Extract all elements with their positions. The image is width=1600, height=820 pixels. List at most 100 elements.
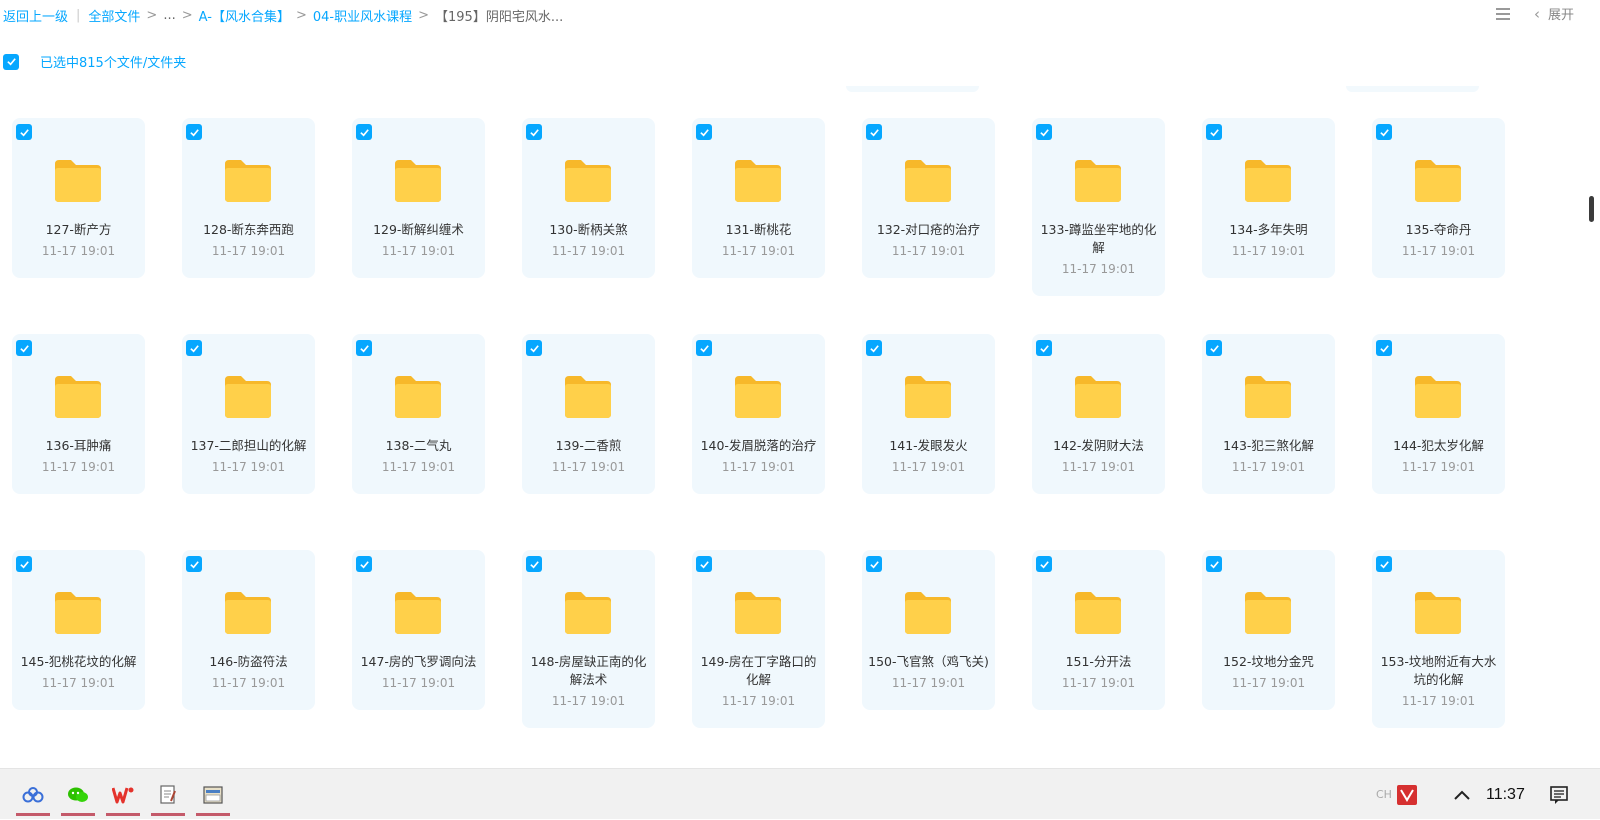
file-manager-icon[interactable] <box>196 769 230 820</box>
folder-card[interactable]: 136-耳肿痛 11-17 19:01 <box>12 334 145 494</box>
folder-card[interactable]: 148-房屋缺正南的化解法术 11-17 19:01 <box>522 550 655 728</box>
breadcrumb-root[interactable]: 全部文件 <box>88 6 140 25</box>
folder-name[interactable]: 144-犯太岁化解 <box>1378 437 1499 455</box>
folder-card[interactable]: 147-房的飞罗调向法 11-17 19:01 <box>352 550 485 710</box>
folder-card[interactable]: 132-对口疮的治疗 11-17 19:01 <box>862 118 995 278</box>
notepad-icon[interactable] <box>151 769 185 820</box>
folder-checkbox[interactable] <box>356 556 372 572</box>
folder-card[interactable]: 153-坟地附近有大水坑的化解 11-17 19:01 <box>1372 550 1505 728</box>
breadcrumb-ellipsis[interactable]: ... <box>163 8 175 23</box>
folder-card[interactable]: 131-断桃花 11-17 19:01 <box>692 118 825 278</box>
scrollbar-thumb[interactable] <box>1589 196 1594 222</box>
folder-checkbox[interactable] <box>356 124 372 140</box>
folder-name[interactable]: 141-发眼发火 <box>868 437 989 455</box>
folder-card[interactable]: 139-二香煎 11-17 19:01 <box>522 334 655 494</box>
folder-checkbox[interactable] <box>696 340 712 356</box>
folder-name[interactable]: 136-耳肿痛 <box>18 437 139 455</box>
clock[interactable]: 11:37 <box>1486 786 1525 804</box>
folder-card[interactable]: 146-防盗符法 11-17 19:01 <box>182 550 315 710</box>
folder-name[interactable]: 147-房的飞罗调向法 <box>358 653 479 671</box>
folder-name[interactable]: 152-坟地分金咒 <box>1208 653 1329 671</box>
chevron-up-icon[interactable] <box>1453 769 1471 820</box>
folder-checkbox[interactable] <box>1036 340 1052 356</box>
chevron-left-icon[interactable]: ‹ <box>1534 5 1540 23</box>
folder-card[interactable]: 142-发阴财大法 11-17 19:01 <box>1032 334 1165 494</box>
ime-icon[interactable]: CH <box>1376 788 1392 801</box>
folder-card[interactable]: 141-发眼发火 11-17 19:01 <box>862 334 995 494</box>
folder-name[interactable]: 151-分开法 <box>1038 653 1159 671</box>
folder-name[interactable]: 129-断解纠缠术 <box>358 221 479 239</box>
list-view-icon[interactable] <box>1495 7 1510 21</box>
folder-card[interactable]: 134-多年失明 11-17 19:01 <box>1202 118 1335 278</box>
folder-checkbox[interactable] <box>526 556 542 572</box>
folder-card[interactable]: 152-坟地分金咒 11-17 19:01 <box>1202 550 1335 710</box>
folder-checkbox[interactable] <box>526 340 542 356</box>
folder-checkbox[interactable] <box>696 556 712 572</box>
folder-card[interactable]: 130-断柄关煞 11-17 19:01 <box>522 118 655 278</box>
folder-card[interactable]: 127-断产方 11-17 19:01 <box>12 118 145 278</box>
folder-card[interactable]: 138-二气丸 11-17 19:01 <box>352 334 485 494</box>
folder-card[interactable]: 143-犯三煞化解 11-17 19:01 <box>1202 334 1335 494</box>
folder-card[interactable]: 129-断解纠缠术 11-17 19:01 <box>352 118 485 278</box>
folder-name[interactable]: 142-发阴财大法 <box>1038 437 1159 455</box>
folder-name[interactable]: 127-断产方 <box>18 221 139 239</box>
folder-checkbox[interactable] <box>186 340 202 356</box>
folder-name[interactable]: 149-房在丁字路口的化解 <box>698 653 819 689</box>
folder-checkbox[interactable] <box>866 340 882 356</box>
folder-name[interactable]: 132-对口疮的治疗 <box>868 221 989 239</box>
folder-name[interactable]: 135-夺命丹 <box>1378 221 1499 239</box>
folder-card[interactable]: 151-分开法 11-17 19:01 <box>1032 550 1165 710</box>
folder-name[interactable]: 128-断东奔西跑 <box>188 221 309 239</box>
folder-checkbox[interactable] <box>1206 124 1222 140</box>
folder-checkbox[interactable] <box>16 340 32 356</box>
folder-checkbox[interactable] <box>1376 556 1392 572</box>
folder-checkbox[interactable] <box>1206 340 1222 356</box>
folder-card[interactable]: 137-二郎担山的化解 11-17 19:01 <box>182 334 315 494</box>
antivirus-tray-icon[interactable] <box>1396 784 1418 806</box>
breadcrumb-level2[interactable]: 04-职业风水课程 <box>313 6 412 25</box>
folder-name[interactable]: 145-犯桃花坟的化解 <box>18 653 139 671</box>
breadcrumb-level1[interactable]: A-【风水合集】 <box>199 6 290 25</box>
expand-button[interactable]: 展开 <box>1548 4 1574 23</box>
folder-name[interactable]: 153-坟地附近有大水坑的化解 <box>1378 653 1499 689</box>
folder-checkbox[interactable] <box>1206 556 1222 572</box>
folder-card[interactable]: 128-断东奔西跑 11-17 19:01 <box>182 118 315 278</box>
folder-card[interactable]: 133-蹲监坐牢地的化解 11-17 19:01 <box>1032 118 1165 296</box>
folder-card[interactable]: 149-房在丁字路口的化解 11-17 19:01 <box>692 550 825 728</box>
folder-name[interactable]: 133-蹲监坐牢地的化解 <box>1038 221 1159 257</box>
notification-icon[interactable] <box>1549 769 1569 820</box>
folder-checkbox[interactable] <box>16 124 32 140</box>
folder-name[interactable]: 143-犯三煞化解 <box>1208 437 1329 455</box>
folder-name[interactable]: 148-房屋缺正南的化解法术 <box>528 653 649 689</box>
folder-checkbox[interactable] <box>696 124 712 140</box>
folder-checkbox[interactable] <box>1036 124 1052 140</box>
wechat-icon[interactable] <box>61 769 95 820</box>
folder-card[interactable]: 140-发眉脱落的治疗 11-17 19:01 <box>692 334 825 494</box>
folder-card[interactable]: 145-犯桃花坟的化解 11-17 19:01 <box>12 550 145 710</box>
folder-checkbox[interactable] <box>1036 556 1052 572</box>
wps-icon[interactable] <box>106 769 140 820</box>
folder-checkbox[interactable] <box>186 124 202 140</box>
folder-card[interactable]: 150-飞官煞（鸡飞关) 11-17 19:01 <box>862 550 995 710</box>
baidu-netdisk-icon[interactable] <box>16 769 50 820</box>
folder-name[interactable]: 139-二香煎 <box>528 437 649 455</box>
back-link[interactable]: 返回上一级 <box>3 6 68 25</box>
folder-card[interactable]: 135-夺命丹 11-17 19:01 <box>1372 118 1505 278</box>
folder-name[interactable]: 138-二气丸 <box>358 437 479 455</box>
folder-card[interactable]: 144-犯太岁化解 11-17 19:01 <box>1372 334 1505 494</box>
folder-name[interactable]: 130-断柄关煞 <box>528 221 649 239</box>
folder-checkbox[interactable] <box>1376 340 1392 356</box>
folder-name[interactable]: 137-二郎担山的化解 <box>188 437 309 455</box>
folder-name[interactable]: 140-发眉脱落的治疗 <box>698 437 819 455</box>
folder-name[interactable]: 134-多年失明 <box>1208 221 1329 239</box>
folder-checkbox[interactable] <box>866 124 882 140</box>
folder-checkbox[interactable] <box>186 556 202 572</box>
folder-checkbox[interactable] <box>526 124 542 140</box>
folder-name[interactable]: 146-防盗符法 <box>188 653 309 671</box>
folder-name[interactable]: 131-断桃花 <box>698 221 819 239</box>
folder-checkbox[interactable] <box>866 556 882 572</box>
folder-checkbox[interactable] <box>356 340 372 356</box>
folder-checkbox[interactable] <box>1376 124 1392 140</box>
folder-name[interactable]: 150-飞官煞（鸡飞关) <box>868 653 989 671</box>
folder-checkbox[interactable] <box>16 556 32 572</box>
